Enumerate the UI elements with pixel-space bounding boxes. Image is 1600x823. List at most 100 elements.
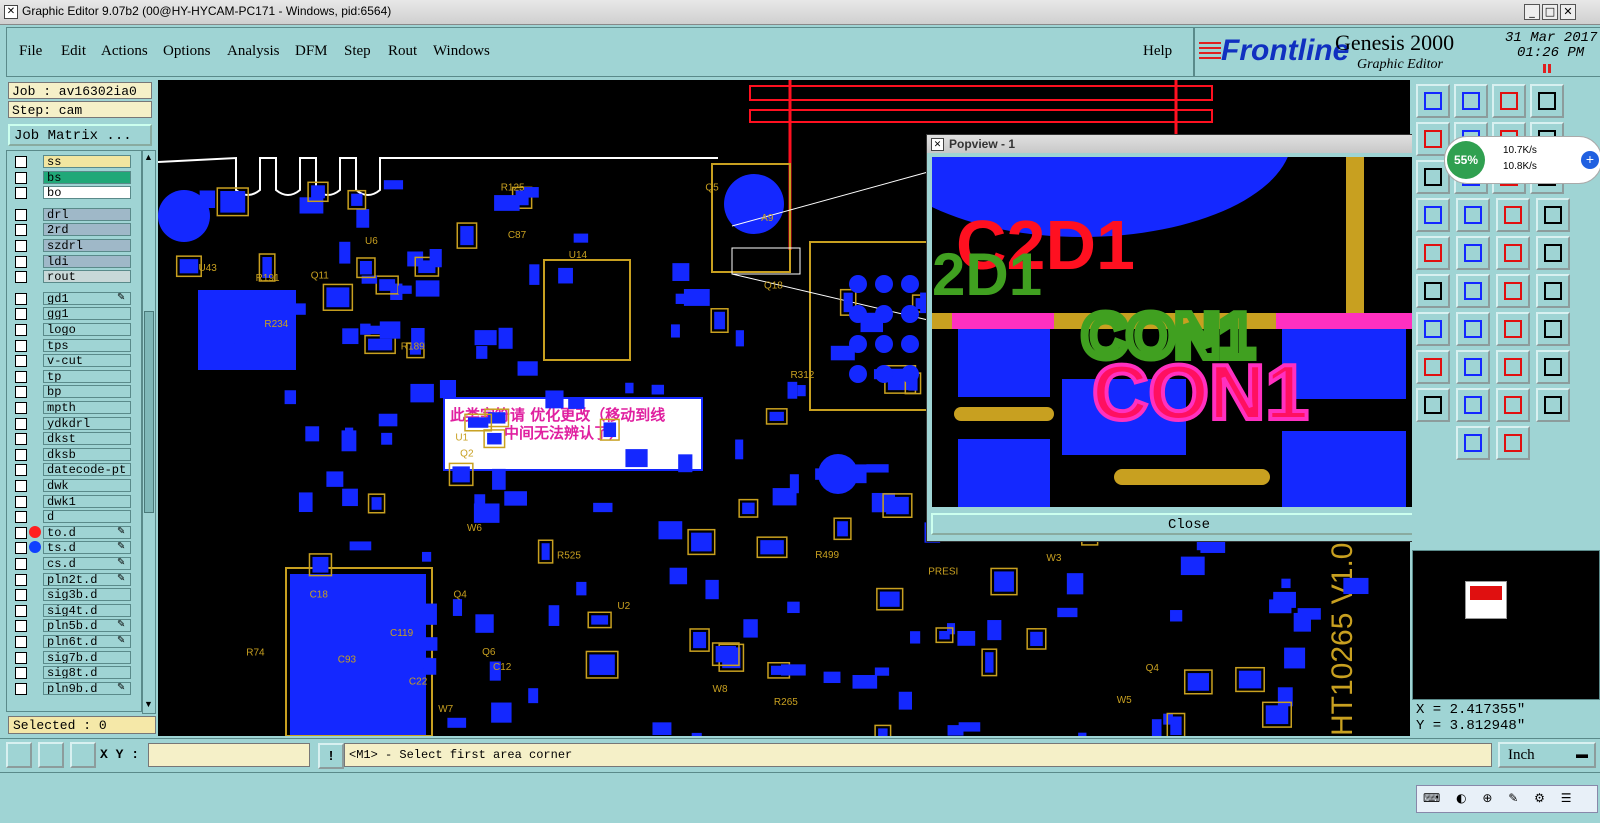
popview-zoom-canvas[interactable]: C2D1 2D1 CON1 CON1: [932, 157, 1412, 507]
menu-help[interactable]: Help: [1143, 43, 1172, 60]
menu-options[interactable]: Options: [163, 43, 211, 60]
layer-name[interactable]: tps: [43, 338, 131, 352]
upload-icon[interactable]: [1416, 388, 1450, 422]
layer-row[interactable]: ts.d ✎: [9, 541, 141, 555]
layer-row[interactable]: logo: [9, 323, 141, 337]
layer-row[interactable]: gd1 ✎: [9, 291, 141, 306]
layer-row[interactable]: mpth: [9, 401, 141, 415]
import-icon[interactable]: [1496, 198, 1530, 232]
layer-row[interactable]: rout: [9, 270, 141, 284]
layer-row[interactable]: d: [9, 510, 141, 524]
redo-icon[interactable]: [1416, 312, 1450, 346]
layer-row[interactable]: sig3b.d: [9, 588, 141, 602]
layer-checkbox[interactable]: [15, 651, 27, 664]
zoom-area-icon[interactable]: [6, 742, 32, 768]
menu-windows[interactable]: Windows: [433, 43, 490, 60]
network-add-icon[interactable]: +: [1581, 151, 1599, 169]
layer-row[interactable]: sig7b.d: [9, 650, 141, 665]
group-icon[interactable]: [1456, 350, 1490, 384]
layer-name[interactable]: datecode-pt: [43, 463, 131, 477]
layer-name[interactable]: mpth: [43, 401, 131, 414]
triangle-alt-icon[interactable]: [1496, 388, 1530, 422]
layer-name[interactable]: dwk1: [43, 494, 131, 508]
move-icon[interactable]: [1456, 236, 1490, 270]
layer-list-scrollbar[interactable]: ▲ ▼: [142, 150, 156, 714]
layer-name[interactable]: ldi: [43, 254, 131, 268]
layer-checkbox[interactable]: [15, 308, 27, 321]
layer-checkbox[interactable]: [15, 156, 27, 168]
grid-icon[interactable]: [70, 742, 96, 768]
layer-row[interactable]: dkst: [9, 432, 141, 446]
job-matrix-button[interactable]: Job Matrix ...: [8, 124, 152, 146]
popview-title-bar[interactable]: ✕ Popview - 1 ✕: [927, 135, 1451, 153]
layer-checkbox[interactable]: [15, 526, 27, 539]
move-blue-icon[interactable]: [1496, 236, 1530, 270]
x-icon[interactable]: [1536, 198, 1570, 232]
scroll-thumb[interactable]: [144, 311, 154, 513]
layer-name[interactable]: szdrl: [43, 239, 131, 252]
layer-row[interactable]: bs: [9, 170, 141, 185]
overview-map[interactable]: [1412, 550, 1600, 700]
layer-name[interactable]: sig4t.d: [43, 603, 131, 617]
layer-name[interactable]: drl: [43, 207, 131, 221]
layers-icon[interactable]: [1492, 84, 1526, 118]
scroll-up-arrow[interactable]: ▲: [144, 152, 153, 162]
layer-row[interactable]: pln5b.d ✎: [9, 619, 141, 633]
split-icon[interactable]: [1536, 274, 1570, 308]
layer-checkbox[interactable]: [15, 480, 27, 492]
menu-rout[interactable]: Rout: [388, 43, 417, 60]
close-window-button[interactable]: ✕: [1560, 4, 1576, 20]
open-icon[interactable]: [1416, 84, 1450, 118]
fit-icon[interactable]: [1456, 312, 1490, 346]
menu-actions[interactable]: Actions: [101, 43, 148, 60]
layer-name[interactable]: dksb: [43, 447, 131, 461]
cross-icon[interactable]: [1454, 84, 1488, 118]
layer-checkbox[interactable]: [15, 417, 27, 430]
scale-icon[interactable]: [1536, 312, 1570, 346]
line-icon[interactable]: [1456, 274, 1490, 308]
menu-edit[interactable]: Edit: [61, 43, 86, 60]
layer-row[interactable]: ldi: [9, 254, 141, 269]
scroll-down-arrow[interactable]: ▼: [144, 699, 153, 709]
layer-row[interactable]: to.d ✎: [9, 525, 141, 540]
layer-name[interactable]: dwk: [43, 479, 131, 492]
layer-row[interactable]: tps: [9, 338, 141, 353]
layer-row[interactable]: gg1: [9, 307, 141, 321]
layer-checkbox[interactable]: [15, 355, 27, 368]
layer-name[interactable]: ydkdrl: [43, 416, 131, 430]
menu-file[interactable]: File: [19, 43, 42, 60]
layer-row[interactable]: pln2t.d ✎: [9, 572, 141, 587]
layer-checkbox[interactable]: [15, 448, 27, 461]
layer-checkbox[interactable]: [15, 240, 27, 252]
layer-row[interactable]: pln6t.d ✎: [9, 635, 141, 649]
select-icon[interactable]: [1456, 426, 1490, 460]
layer-row[interactable]: v-cut: [9, 354, 141, 368]
layer-name[interactable]: rout: [43, 270, 131, 284]
layer-checkbox[interactable]: [15, 511, 27, 524]
ime-toolbar[interactable]: ⌨ ◐ ⊕ ✎ ⚙ ☰: [1416, 785, 1598, 813]
layer-row[interactable]: datecode-pt: [9, 463, 141, 477]
layer-checkbox[interactable]: [15, 370, 27, 383]
zoom-icon[interactable]: [1496, 350, 1530, 384]
layer-checkbox[interactable]: [15, 433, 27, 446]
layer-row[interactable]: drl: [9, 207, 141, 222]
layer-checkbox[interactable]: [15, 208, 27, 221]
layer-checkbox[interactable]: [15, 558, 27, 570]
layer-checkbox[interactable]: [15, 495, 27, 508]
minus-icon[interactable]: [1496, 312, 1530, 346]
layer-row[interactable]: dwk: [9, 479, 141, 493]
export-icon[interactable]: [1536, 236, 1570, 270]
layer-checkbox[interactable]: [15, 339, 27, 352]
layer-name[interactable]: logo: [43, 323, 131, 336]
layer-name[interactable]: bp: [43, 385, 131, 399]
layer-row[interactable]: cs.d ✎: [9, 557, 141, 571]
units-selector[interactable]: Inch ▬: [1498, 742, 1596, 768]
layer-checkbox[interactable]: [15, 224, 27, 237]
layer-checkbox[interactable]: [15, 464, 27, 477]
layer-name[interactable]: sig7b.d: [43, 650, 131, 664]
layer-checkbox[interactable]: [15, 187, 27, 200]
layer-row[interactable]: dksb: [9, 447, 141, 462]
layer-name[interactable]: v-cut: [43, 354, 131, 368]
layer-checkbox[interactable]: [15, 255, 27, 268]
layer-row[interactable]: dwk1: [9, 494, 141, 509]
